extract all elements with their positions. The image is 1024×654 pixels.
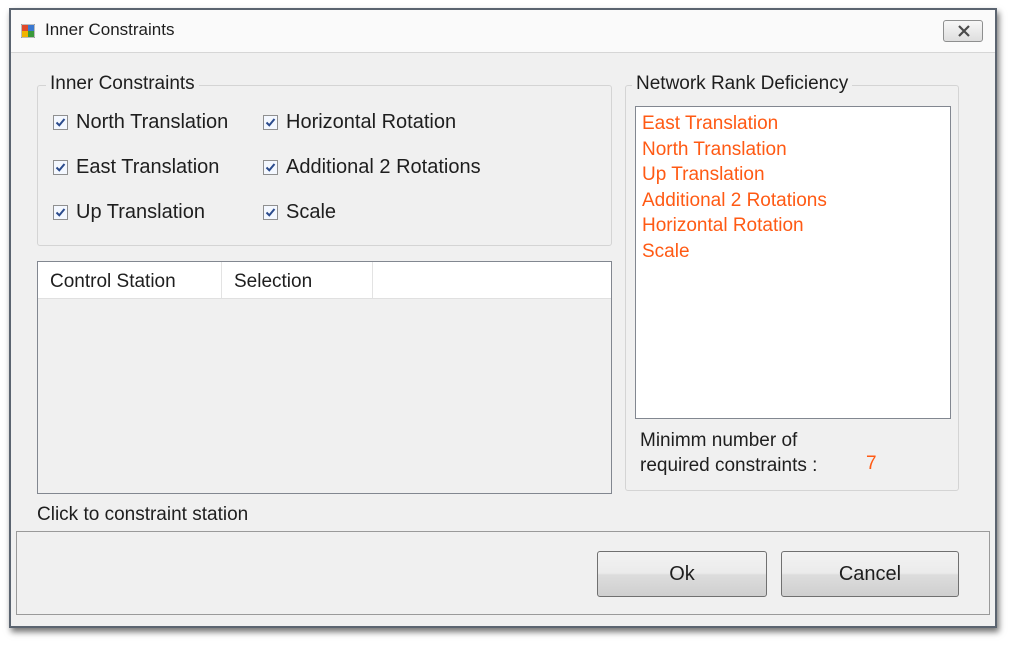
network-rank-label: Network Rank Deficiency: [632, 73, 853, 95]
rank-deficiency-list[interactable]: East Translation North Translation Up Tr…: [635, 106, 951, 419]
column-header-empty[interactable]: [373, 262, 611, 298]
window-title: Inner Constraints: [45, 20, 175, 39]
checkbox-horizontal-rotation[interactable]: Horizontal Rotation: [263, 111, 456, 133]
checkbox-label: North Translation: [76, 110, 229, 133]
cancel-button[interactable]: Cancel: [781, 551, 959, 597]
checkbox-checked-icon[interactable]: [53, 114, 68, 130]
checkbox-up-translation[interactable]: Up Translation: [53, 201, 205, 223]
close-button[interactable]: [943, 20, 983, 42]
list-item[interactable]: Horizontal Rotation: [642, 213, 944, 239]
ok-button[interactable]: Ok: [597, 551, 767, 597]
min-constraints-label-line2: required constraints :: [640, 455, 818, 476]
checkbox-label: Additional 2 Rotations: [286, 155, 481, 178]
close-icon: [958, 25, 970, 37]
list-item[interactable]: North Translation: [642, 137, 944, 163]
table-header: Control Station Selection: [38, 262, 611, 299]
checkbox-east-translation[interactable]: East Translation: [53, 156, 219, 178]
checkbox-checked-icon[interactable]: [263, 159, 278, 175]
checkbox-checked-icon[interactable]: [263, 114, 278, 130]
checkbox-checked-icon[interactable]: [53, 159, 68, 175]
dialog-window: Inner Constraints Inner Constraints Nort…: [9, 8, 997, 628]
checkbox-scale[interactable]: Scale: [263, 201, 336, 223]
list-item[interactable]: Additional 2 Rotations: [642, 188, 944, 214]
checkbox-label: Horizontal Rotation: [286, 110, 457, 133]
app-icon: [21, 24, 35, 38]
checkbox-label: East Translation: [76, 155, 220, 178]
checkbox-checked-icon[interactable]: [263, 204, 278, 220]
checkbox-checked-icon[interactable]: [53, 204, 68, 220]
status-text: Click to constraint station: [37, 504, 249, 525]
list-item[interactable]: East Translation: [642, 111, 944, 137]
min-constraints-label: Minimm number of required constraints :: [640, 428, 817, 478]
checkbox-north-translation[interactable]: North Translation: [53, 111, 228, 133]
button-panel: Ok Cancel: [16, 531, 990, 615]
column-header-selection[interactable]: Selection: [222, 262, 373, 298]
checkbox-additional-2-rotations[interactable]: Additional 2 Rotations: [263, 156, 481, 178]
list-item[interactable]: Up Translation: [642, 162, 944, 188]
title-bar[interactable]: Inner Constraints: [11, 10, 995, 53]
min-constraints-value: 7: [866, 453, 877, 474]
list-item[interactable]: Scale: [642, 239, 944, 265]
checkbox-label: Up Translation: [76, 200, 205, 223]
inner-constraints-label: Inner Constraints: [46, 73, 199, 95]
checkbox-label: Scale: [286, 200, 337, 223]
min-constraints-label-line1: Minimm number of: [640, 430, 798, 451]
control-station-table[interactable]: Control Station Selection: [37, 261, 612, 494]
column-header-control-station[interactable]: Control Station: [38, 262, 222, 298]
